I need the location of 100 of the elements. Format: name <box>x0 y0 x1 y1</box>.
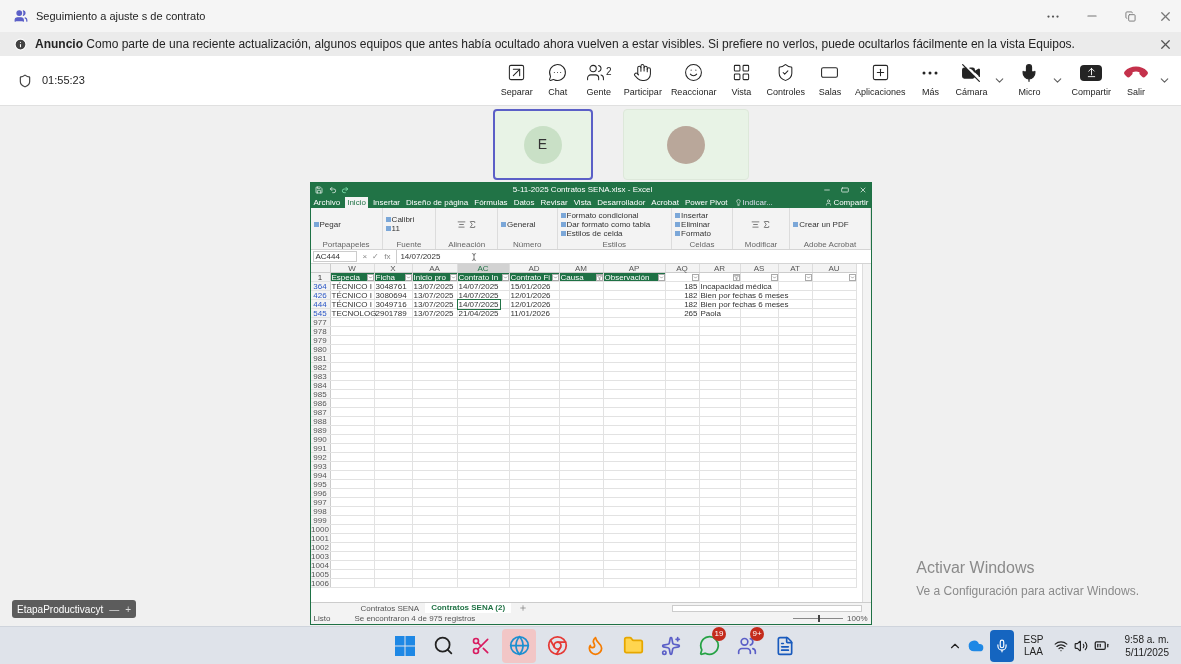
row-number[interactable]: 545 <box>310 309 331 317</box>
table-cell[interactable]: 14/07/2025 <box>457 281 500 291</box>
undo-icon[interactable] <box>328 185 337 194</box>
battery-icon[interactable] <box>1093 638 1109 653</box>
row-number[interactable]: 444 <box>310 300 331 308</box>
ribbon-tab[interactable]: Acrobat <box>650 197 680 207</box>
participant-tile[interactable] <box>622 109 749 180</box>
horizontal-scrollbar[interactable] <box>671 604 862 612</box>
toolbar-button[interactable]: Controles <box>762 57 809 104</box>
column-header[interactable]: AP <box>603 264 666 272</box>
table-cell[interactable]: 12/01/2026 <box>509 290 552 300</box>
formula-button[interactable]: × <box>362 252 368 261</box>
taskbar-app[interactable]: 19 <box>692 628 726 663</box>
taskbar-app[interactable]: 9+ <box>730 628 764 663</box>
table-cell[interactable]: 21/04/2025 <box>457 308 500 318</box>
ribbon-tab[interactable]: Archivo <box>312 197 342 207</box>
row-number[interactable]: 986 <box>310 399 331 407</box>
row-number[interactable]: 981 <box>310 354 331 362</box>
toolbar-button[interactable]: Chat <box>537 57 578 104</box>
filter-button[interactable] <box>657 273 665 281</box>
row-number[interactable]: 997 <box>310 498 331 506</box>
sheet-tab[interactable]: Contratos SENA <box>354 602 426 614</box>
row-number[interactable]: 980 <box>310 345 331 353</box>
ribbon-tab[interactable]: Vista <box>572 197 593 207</box>
filter-button[interactable] <box>595 273 603 281</box>
table-cell[interactable]: 182 <box>683 290 699 300</box>
table-cell[interactable]: 13/07/2025 <box>412 308 455 318</box>
more-icon[interactable] <box>922 70 939 75</box>
ribbon-command[interactable]: Crear un PDF <box>799 219 849 229</box>
row-number[interactable]: 1 <box>310 273 331 281</box>
table-cell[interactable]: 13/07/2025 <box>412 299 455 309</box>
row-number[interactable]: 999 <box>310 516 331 524</box>
row-number[interactable]: 1003 <box>310 552 331 560</box>
sigma-icon[interactable] <box>467 219 477 229</box>
toolbar-button[interactable]: Micro <box>1009 57 1050 104</box>
table-cell[interactable]: Bien por fechas 6 meses <box>699 290 790 300</box>
toolbar-button[interactable]: Participar <box>619 57 666 104</box>
row-number[interactable]: 982 <box>310 363 331 371</box>
table-cell[interactable]: 3080694 <box>374 290 408 300</box>
column-header[interactable]: AT <box>778 264 813 272</box>
column-header[interactable]: AC <box>457 264 510 272</box>
row-number[interactable]: 1000 <box>310 525 331 533</box>
toolbar-button[interactable]: Compartir <box>1067 57 1115 104</box>
ribbon-tab[interactable]: Diseño de página <box>405 197 470 207</box>
toolbar-button[interactable]: Más <box>910 57 951 104</box>
ribbon-command[interactable]: Insertar <box>681 210 709 220</box>
row-number[interactable]: 987 <box>310 408 331 416</box>
table-cell[interactable]: Incapacidad médica <box>699 281 773 291</box>
language-indicator[interactable]: ESP <box>1023 633 1044 646</box>
wifi-icon[interactable] <box>1053 638 1068 653</box>
formula-button[interactable]: ✓ <box>372 252 380 261</box>
ribbon-command[interactable]: Eliminar <box>681 219 710 229</box>
filter-button[interactable] <box>449 273 457 281</box>
row-number[interactable]: 1005 <box>310 570 331 578</box>
formula-field[interactable]: 14/07/2025 <box>396 249 871 264</box>
row-number[interactable]: 985 <box>310 390 331 398</box>
row-number[interactable]: 426 <box>310 291 331 299</box>
participant-tile[interactable]: E <box>492 109 593 180</box>
column-header[interactable]: AS <box>740 264 779 272</box>
row-number[interactable]: 1004 <box>310 561 331 569</box>
filter-button[interactable] <box>551 273 559 281</box>
toolbar-button[interactable]: Reaccionar <box>666 57 721 104</box>
tag-button[interactable]: — <box>109 601 120 617</box>
column-header[interactable]: AM <box>559 264 604 272</box>
ribbon-command[interactable]: Dar formato como tabla <box>566 219 651 229</box>
row-number[interactable]: 998 <box>310 507 331 515</box>
row-number[interactable]: 1001 <box>310 534 331 542</box>
speaker-icon[interactable] <box>1073 638 1088 653</box>
tell-me-field[interactable]: Indicar... <box>742 197 773 207</box>
ribbon-tab[interactable]: Fórmulas <box>473 197 509 207</box>
table-cell[interactable]: 11/01/2026 <box>509 308 551 318</box>
row-number[interactable]: 984 <box>310 381 331 389</box>
language-indicator[interactable]: LAA <box>1024 645 1043 658</box>
filter-button[interactable] <box>366 273 374 281</box>
toolbar-button[interactable]: Salir <box>1116 57 1156 104</box>
table-cell[interactable]: 3048761 <box>374 281 408 291</box>
column-header[interactable]: AD <box>509 264 560 272</box>
ribbon-tab[interactable]: Datos <box>512 197 536 207</box>
row-number[interactable]: 988 <box>310 417 331 425</box>
column-header[interactable]: AA <box>412 264 458 272</box>
ribbon-tab[interactable]: Inicio <box>345 196 368 208</box>
filter-button[interactable] <box>404 273 412 281</box>
row-number[interactable]: 1002 <box>310 543 331 551</box>
row-number[interactable]: 1006 <box>310 579 331 587</box>
row-number[interactable]: 992 <box>310 453 331 461</box>
align-icon[interactable] <box>456 219 466 229</box>
align-icon[interactable] <box>751 219 761 229</box>
tag-button[interactable]: + <box>125 601 131 617</box>
filter-button[interactable] <box>501 273 509 281</box>
microphone-button[interactable] <box>989 629 1014 662</box>
name-box[interactable]: AC444 <box>312 251 357 262</box>
table-cell[interactable]: Bien por fechas 6 meses <box>699 299 790 309</box>
table-cell[interactable]: TÉCNICO I <box>330 299 373 309</box>
close-icon[interactable] <box>858 185 867 194</box>
table-cell[interactable]: 182 <box>683 299 699 309</box>
table-cell[interactable]: 14/07/2025 <box>457 290 500 300</box>
ribbon-command[interactable]: General <box>507 219 536 229</box>
table-cell[interactable]: 14/07/2025 <box>457 299 500 309</box>
row-number[interactable]: 989 <box>310 426 331 434</box>
toolbar-button[interactable]: Separar <box>496 57 537 104</box>
